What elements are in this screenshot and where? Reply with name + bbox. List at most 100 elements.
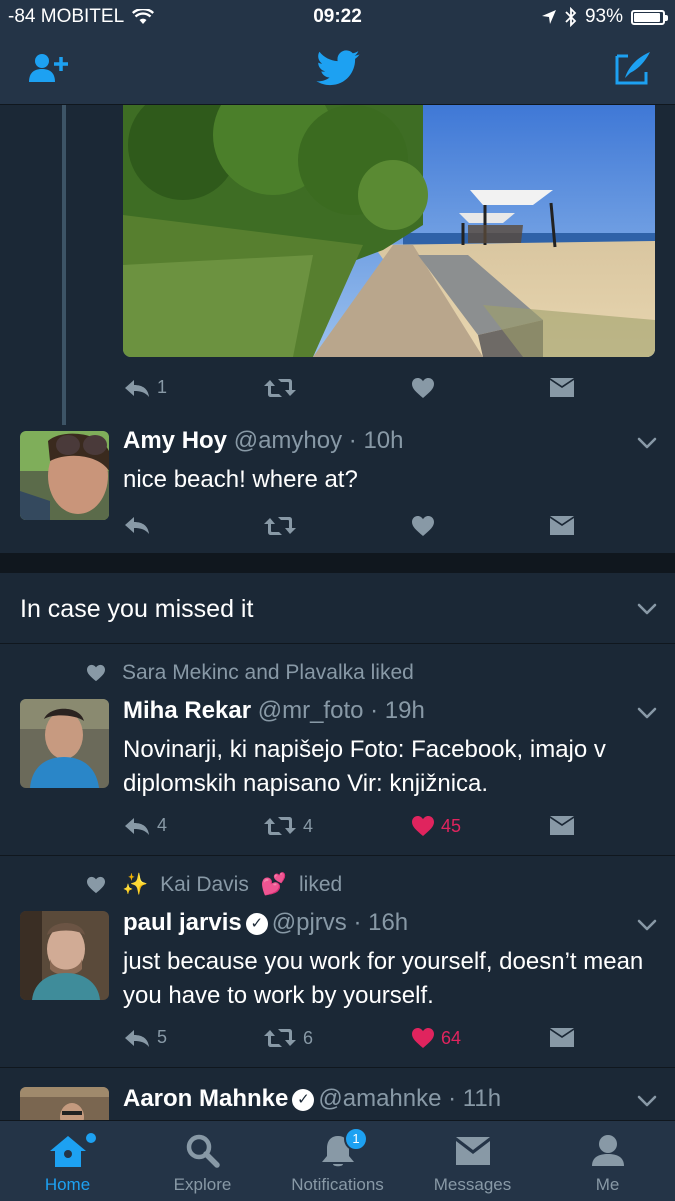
bottom-tab-bar: Home Explore 1 Notifications Messages Me [0,1120,675,1201]
retweet-icon [263,515,297,537]
author-handle[interactable]: @pjrvs [272,909,347,936]
envelope-icon [455,1137,490,1165]
author-handle[interactable]: @mr_foto [258,697,364,724]
retweet-button[interactable]: 4 [263,815,313,837]
reply-button[interactable]: 4 [123,815,167,836]
chevron-down-icon[interactable] [637,437,657,449]
reply-button[interactable]: 5 [123,1027,167,1048]
avatar-aaron-mahnke[interactable] [20,1087,109,1120]
divider [0,1067,675,1068]
chevron-down-icon[interactable] [637,603,657,615]
tweet-text: Novinarji, ki napišejo Foto: Facebook, i… [123,736,606,797]
search-icon [186,1134,220,1168]
thread-line [62,105,66,425]
author-name[interactable]: paul jarvis [123,909,242,936]
social-context[interactable]: Sara Mekinc and Plavalka liked [122,661,414,685]
tweet-amy-hoy[interactable]: Amy Hoy @amyhoy · 10h nice beach! where … [0,425,675,551]
avatar-image [20,699,109,788]
reply-icon [123,1028,151,1048]
battery-icon [631,9,668,25]
author-handle[interactable]: @amyhoy [234,427,342,454]
reply-icon [123,816,151,836]
notification-count-badge: 1 [344,1127,368,1151]
beach-photo-image [123,105,655,357]
avatar-image [20,431,109,520]
heart-icon [411,815,435,837]
tweet-actions: 4 4 45 [123,815,583,845]
envelope-icon [549,1027,575,1049]
envelope-icon [549,515,575,537]
chevron-down-icon[interactable] [637,1095,657,1107]
avatar-amy-hoy[interactable] [20,431,109,520]
reply-icon [123,515,151,535]
heart-icon [411,377,435,399]
verified-badge-icon: ✓ [292,1089,315,1111]
tweet-actions [123,515,583,545]
timeline-feed[interactable]: 1 Amy Hoy @amyhoy · 10h nice beach! wher… [0,105,675,1120]
section-divider [0,553,675,573]
tweet-paul-jarvis[interactable]: ✨ Kai Davis 💕 liked paul jarvis ✓ @pjrvs ·… [0,857,675,1067]
reply-button[interactable]: 1 [123,377,167,398]
heart-icon [411,1027,435,1049]
like-button[interactable]: 64 [411,1027,461,1049]
author-name[interactable]: Miha Rekar [123,697,251,724]
reply-count: 1 [157,377,168,397]
social-context-name[interactable]: Kai Davis [160,873,249,897]
tab-explore[interactable]: Explore [135,1121,270,1201]
heart-icon [411,515,435,537]
tweet-actions: 5 6 64 [123,1027,583,1057]
twitter-bird-icon[interactable] [316,50,360,86]
chevron-down-icon[interactable] [637,707,657,719]
retweet-button[interactable] [263,377,297,399]
avatar-miha-rekar[interactable] [20,699,109,788]
like-count: 64 [441,1027,462,1048]
avatar-image [20,1087,109,1120]
retweet-button[interactable]: 6 [263,1027,313,1049]
avatar-paul-jarvis[interactable] [20,911,109,1000]
author-name[interactable]: Amy Hoy [123,427,227,454]
tab-me[interactable]: Me [540,1121,675,1201]
retweet-count: 4 [303,815,314,836]
tweet-miha-rekar[interactable]: Sara Mekinc and Plavalka liked Miha Reka… [0,645,675,855]
retweet-count: 6 [303,1027,314,1048]
reply-button[interactable] [123,515,151,535]
direct-message-button[interactable] [549,377,575,399]
social-context-suffix: liked [299,873,343,896]
tab-home[interactable]: Home [0,1121,135,1201]
tweet-text: nice beach! where at? [123,466,358,493]
tweet-text: just because you work for yourself, does… [123,948,644,1009]
tweet-time: · 11h [448,1085,502,1112]
like-button[interactable] [411,515,435,537]
compose-icon[interactable] [614,50,652,86]
tweet-time: · 10h [348,427,404,454]
battery-percent: 93% [584,6,623,27]
like-button[interactable] [411,377,435,399]
direct-message-button[interactable] [549,515,575,537]
tweet-actions-top: 1 [123,377,583,407]
retweet-icon [263,1027,297,1049]
tab-label: Explore [173,1175,232,1194]
heart-icon [86,664,106,682]
tab-notifications[interactable]: 1 Notifications [270,1121,405,1201]
reply-count: 4 [157,815,168,835]
new-content-dot [86,1133,96,1143]
tab-messages[interactable]: Messages [405,1121,540,1201]
retweet-button[interactable] [263,515,297,537]
verified-badge-icon: ✓ [245,913,268,935]
like-count: 45 [441,815,462,836]
chevron-down-icon[interactable] [637,919,657,931]
tweet-aaron-mahnke[interactable]: Aaron Mahnke ✓ @amahnke · 11h [0,1069,675,1120]
status-bar: -84 MOBITEL 09:22 93% [0,0,675,34]
heart-icon [86,876,106,894]
retweet-icon [263,815,297,837]
tweet-photo-beach[interactable] [123,105,655,357]
add-user-icon[interactable] [28,52,70,84]
sparkles-emoji: ✨ [122,873,149,896]
divider [0,643,675,644]
author-name[interactable]: Aaron Mahnke [123,1085,288,1112]
author-handle[interactable]: @amahnke [318,1085,441,1112]
reply-icon [123,378,151,398]
like-button[interactable]: 45 [411,815,461,837]
direct-message-button[interactable] [549,815,575,837]
direct-message-button[interactable] [549,1027,575,1049]
